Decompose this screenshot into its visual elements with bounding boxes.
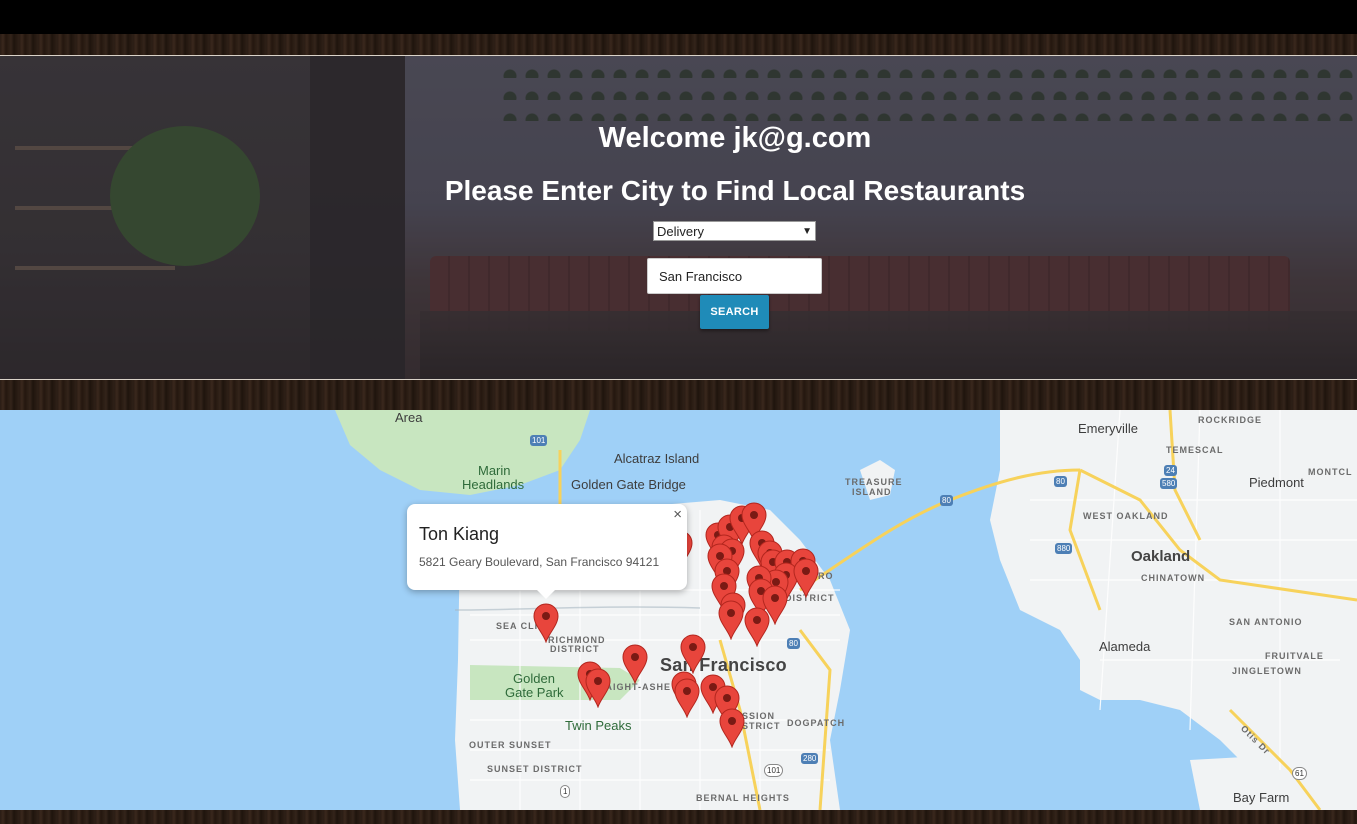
restaurant-marker[interactable] — [793, 558, 819, 598]
city-input[interactable]: San Francisco — [647, 258, 822, 294]
restaurant-marker[interactable] — [744, 607, 770, 647]
highway-shield: 580 — [1160, 478, 1178, 489]
map-label: RO — [818, 571, 834, 581]
wood-border-middle — [0, 380, 1357, 410]
mode-selected-value: Delivery — [657, 223, 704, 239]
map-label: Golden — [513, 671, 555, 686]
map-label: Alameda — [1099, 639, 1151, 654]
highway-shield: 80 — [1054, 476, 1067, 487]
map-label: DOGPATCH — [787, 718, 846, 728]
page-title: Please Enter City to Find Local Restaura… — [444, 175, 1026, 206]
map-label: SUNSET DISTRICT — [487, 764, 583, 774]
highway-shield: 80 — [940, 495, 953, 506]
map-label: Twin Peaks — [565, 718, 632, 733]
restaurant-address: 5821 Geary Boulevard, San Francisco 9412… — [419, 555, 660, 569]
map-label: MONTCL — [1308, 467, 1353, 477]
search-button[interactable]: SEARCH — [700, 295, 769, 329]
highway-shield: 880 — [1055, 543, 1073, 554]
restaurant-marker[interactable] — [680, 634, 706, 674]
restaurant-marker[interactable] — [674, 678, 700, 718]
restaurant-marker[interactable] — [718, 600, 744, 640]
map-label: Emeryville — [1078, 421, 1138, 436]
map-label: CHINATOWN — [1141, 573, 1206, 583]
highway-shield: 280 — [801, 753, 819, 764]
map-label: Marin — [478, 463, 511, 478]
map-base — [0, 410, 1357, 810]
map-label: Bay Farm — [1233, 790, 1290, 805]
map-label: FRUITVALE — [1265, 651, 1324, 661]
map-label: TREASURE — [845, 477, 903, 487]
map-label: Alcatraz Island — [614, 451, 700, 466]
hero-banner: Welcome jk@g.com Please Enter City to Fi… — [0, 55, 1357, 380]
map-label: Area — [395, 410, 423, 425]
map-label: BERNAL HEIGHTS — [696, 793, 790, 803]
map-label: Oakland — [1131, 548, 1191, 565]
map-label: ROCKRIDGE — [1198, 415, 1263, 425]
restaurant-name: Ton Kiang — [419, 524, 500, 544]
user-email: jk@g.com — [733, 122, 872, 154]
map-label: WEST OAKLAND — [1083, 511, 1169, 521]
info-window: Ton Kiang 5821 Geary Boulevard, San Fran… — [407, 504, 687, 599]
map-label: Gate Park — [505, 685, 564, 700]
map-label: ISLAND — [852, 487, 892, 497]
highway-shield: 101 — [764, 764, 784, 777]
wood-border-bottom — [0, 810, 1357, 824]
map-label: SAN ANTONIO — [1229, 617, 1303, 627]
map-label: JINGLETOWN — [1232, 666, 1302, 676]
map-label: OUTER SUNSET — [469, 740, 552, 750]
top-black-bar — [0, 0, 1357, 34]
search-panel: Welcome jk@g.com Please Enter City to Fi… — [0, 56, 1357, 379]
wood-border-top — [0, 34, 1357, 55]
highway-shield: 24 — [1164, 465, 1177, 476]
map-label: Headlands — [462, 477, 525, 492]
map-label: SSION — [742, 711, 776, 721]
restaurant-marker[interactable] — [533, 603, 559, 643]
restaurant-marker[interactable] — [719, 708, 745, 748]
welcome-heading: Welcome jk@g.com — [0, 122, 1357, 155]
restaurant-map[interactable]: Area Marin Headlands Golden Gate Bridge … — [0, 410, 1357, 810]
highway-shield: 101 — [530, 435, 548, 446]
restaurant-marker[interactable] — [585, 668, 611, 708]
mode-select[interactable]: Delivery ▼ — [653, 221, 816, 241]
map-label: DISTRICT — [550, 644, 600, 654]
welcome-prefix: Welcome — [598, 122, 726, 154]
highway-shield: 80 — [787, 638, 800, 649]
map-label: SEA CLI — [496, 621, 539, 631]
city-input-value: San Francisco — [659, 268, 743, 284]
map-label: STRICT — [742, 721, 781, 731]
highway-shield: 1 — [560, 785, 571, 798]
close-icon[interactable]: × — [673, 506, 682, 523]
highway-shield: 61 — [1292, 767, 1307, 780]
chevron-down-icon: ▼ — [802, 225, 812, 237]
restaurant-marker[interactable] — [622, 644, 648, 684]
map-label: Piedmont — [1249, 475, 1304, 490]
map-label: Golden Gate Bridge — [571, 477, 686, 492]
map-label: TEMESCAL — [1166, 445, 1224, 455]
